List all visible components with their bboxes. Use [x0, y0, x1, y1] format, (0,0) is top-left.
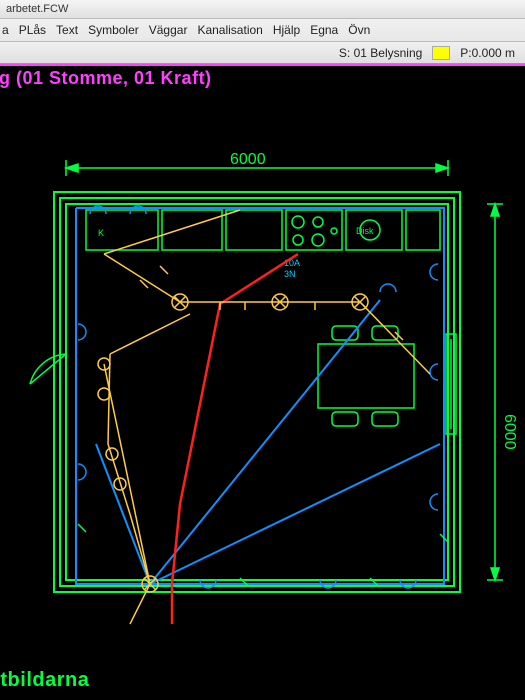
outlets-blue — [78, 206, 438, 588]
radiator — [446, 334, 456, 434]
titlebar: arbetet.FCW — [0, 0, 525, 19]
status-layer[interactable]: S: 01 Belysning — [333, 46, 428, 60]
dimension-right — [487, 204, 503, 580]
file-name: arbetet.FCW — [6, 3, 68, 15]
menu-kanalisation[interactable]: Kanalisation — [197, 23, 262, 37]
menu-plas[interactable]: PLås — [19, 23, 46, 37]
menu-hjalp[interactable]: Hjälp — [273, 23, 300, 37]
label-k: K — [98, 228, 104, 238]
drawing-viewport[interactable]: 1ning (01 Stomme, 01 Kraft) ikutbildarna… — [0, 64, 525, 698]
label-3n: 3N — [284, 269, 296, 279]
status-coords: P:0.000 m — [454, 46, 521, 60]
menu-ovn[interactable]: Övn — [348, 23, 370, 37]
green-ticks — [78, 524, 448, 586]
dim-right-text: 6000 — [501, 414, 518, 450]
kitchen-counter — [86, 210, 440, 250]
wiring-blue — [76, 208, 444, 584]
menu-a[interactable]: a — [2, 23, 9, 37]
table-set — [318, 326, 414, 426]
menu-vaggar[interactable]: Väggar — [149, 23, 188, 37]
label-disk: Disk — [356, 226, 374, 236]
statusbar: S: 01 Belysning P:0.000 m — [0, 42, 525, 64]
drawing-svg: 6000 6000 K Disk 10A — [0, 64, 525, 698]
wiring-yellow — [104, 210, 430, 624]
label-10a: 10A — [284, 258, 300, 268]
menubar: a PLås Text Symboler Väggar Kanalisation… — [0, 19, 525, 42]
dim-top-text: 6000 — [230, 151, 266, 168]
color-swatch[interactable] — [432, 46, 450, 60]
lights-yellow — [98, 266, 403, 592]
menu-text[interactable]: Text — [56, 23, 78, 37]
menu-egna[interactable]: Egna — [310, 23, 338, 37]
menu-symboler[interactable]: Symboler — [88, 23, 139, 37]
